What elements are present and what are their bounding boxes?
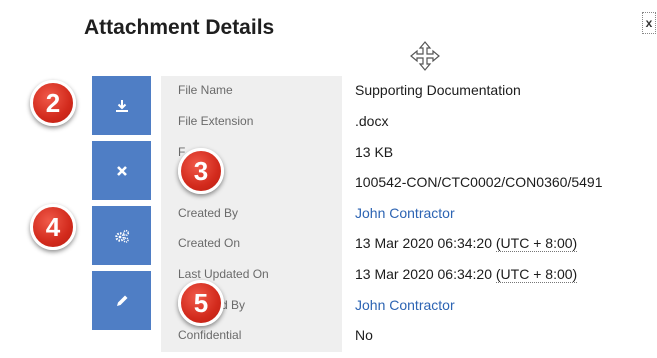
timezone-label: (UTC + 8:00): [495, 235, 578, 252]
detail-row-reference: 100542-CON/CTC0002/CON0360/5491: [161, 168, 657, 198]
timezone-label: (UTC + 8:00): [495, 266, 578, 283]
detail-value: 100542-CON/CTC0002/CON0360/5491: [355, 174, 603, 190]
detail-row-last-updated-on: Last Updated On 13 Mar 2020 06:34:20 (UT…: [161, 260, 657, 290]
detail-label: Created By: [178, 206, 239, 220]
detail-row-file-extension: File Extension .docx: [161, 107, 657, 137]
created-by-link[interactable]: John Contractor: [355, 205, 455, 221]
callout-badge-4: 4: [30, 204, 76, 250]
callout-badge-3: 3: [178, 148, 224, 194]
move-cursor-icon: [410, 41, 440, 71]
detail-label: File Name: [178, 83, 233, 97]
created-on-date: 13 Mar 2020 06:34:20: [355, 235, 492, 251]
detail-value: 13 KB: [355, 144, 394, 160]
download-icon: [115, 99, 128, 112]
settings-button[interactable]: [92, 206, 151, 265]
edit-button[interactable]: [92, 271, 151, 330]
detail-label: Last Updated On: [178, 267, 269, 281]
close-icon: [116, 165, 127, 176]
detail-row-file-size: F 13 KB: [161, 138, 657, 168]
detail-label: File Extension: [178, 114, 254, 128]
last-updated-date: 13 Mar 2020 06:34:20: [355, 266, 492, 282]
attachment-details-title: Attachment Details: [84, 16, 275, 39]
detail-label: Created On: [178, 236, 241, 250]
detail-value: 13 Mar 2020 06:34:20 (UTC + 8:00): [355, 266, 578, 283]
delete-button[interactable]: [92, 141, 151, 200]
detail-row-created-on: Created On 13 Mar 2020 06:34:20 (UTC + 8…: [161, 229, 657, 259]
detail-row-confidential: Confidential No: [161, 321, 657, 351]
close-button[interactable]: x: [642, 12, 656, 34]
action-toolbar: [92, 76, 151, 336]
detail-row-file-name: File Name Supporting Documentation: [161, 76, 657, 106]
detail-row-last-updated-by: ted By John Contractor: [161, 291, 657, 321]
gears-icon: [114, 229, 129, 243]
detail-value: 13 Mar 2020 06:34:20 (UTC + 8:00): [355, 235, 578, 252]
download-button[interactable]: [92, 76, 151, 135]
pencil-icon: [116, 295, 127, 306]
detail-label: Confidential: [178, 328, 242, 342]
last-updated-by-link[interactable]: John Contractor: [355, 297, 455, 313]
detail-value: No: [355, 327, 373, 343]
callout-badge-5: 5: [178, 280, 224, 326]
detail-row-created-by: Created By John Contractor: [161, 199, 657, 229]
detail-value: .docx: [355, 113, 389, 129]
callout-badge-2: 2: [30, 80, 76, 126]
detail-value: Supporting Documentation: [355, 82, 521, 98]
